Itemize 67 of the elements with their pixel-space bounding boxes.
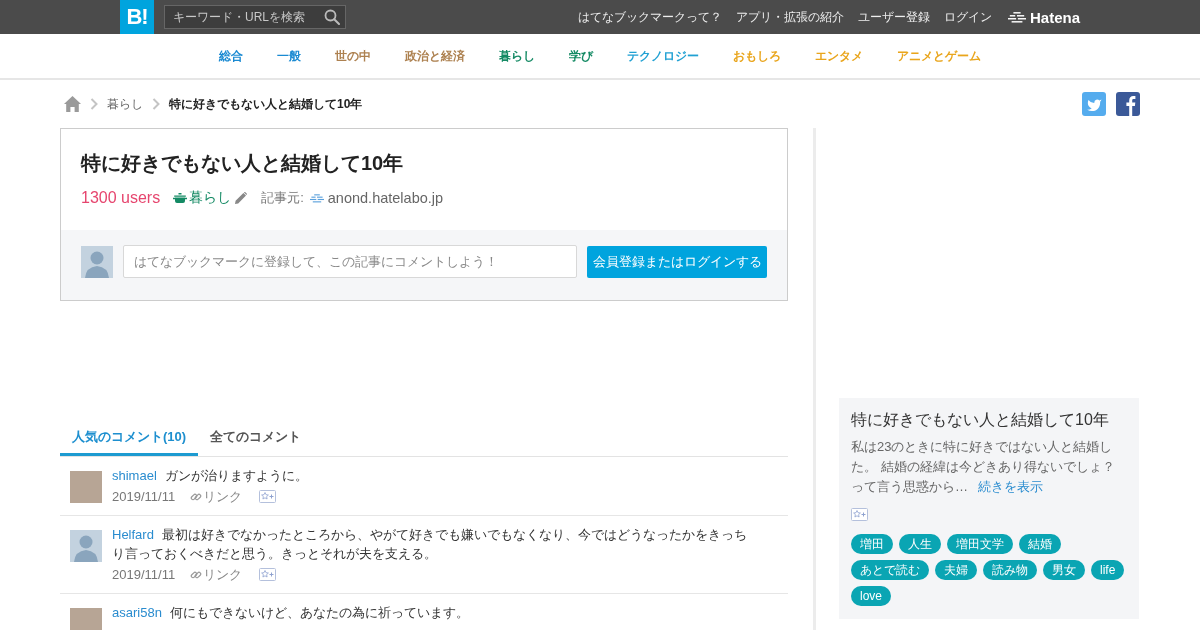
bird-icon[interactable]	[1082, 92, 1106, 116]
tag[interactable]: 結婚	[1019, 534, 1061, 554]
category-link[interactable]: 政治と経済	[405, 47, 465, 65]
category-link[interactable]: 暮らし	[499, 47, 535, 65]
avatar-silhouette-icon	[70, 530, 102, 562]
star-add-icon[interactable]	[259, 490, 277, 503]
source-link[interactable]: anond.hatelabo.jp	[327, 190, 444, 206]
tag[interactable]: 男女	[1043, 560, 1085, 580]
username-link[interactable]: Helfard	[112, 527, 154, 542]
category-link[interactable]: 暮らし	[173, 189, 232, 207]
search-icon[interactable]	[324, 9, 340, 25]
f-icon[interactable]	[1116, 92, 1140, 116]
entry-summary: 私は23のときに特に好きではない人と結婚した。 結婚の経緯は今どきあり得ないでしょ？って言う思惑から… 続きを表示	[851, 438, 1116, 496]
comment-input[interactable]: はてなブックマークに登録して、この記事にコメントしよう！	[123, 245, 577, 278]
comment-text: asari58n 何にもできないけど、あなたの為に祈っています。	[112, 604, 469, 622]
chevron-icon	[90, 98, 98, 110]
chevron-icon	[152, 98, 160, 110]
category-link[interactable]: アニメとゲーム	[897, 47, 981, 65]
comment-tab[interactable]: 全てのコメント	[198, 420, 314, 456]
brand-link[interactable]: Hatena	[1007, 8, 1080, 26]
star-add-icon[interactable]	[259, 568, 277, 581]
related-title[interactable]: 特に好きでもない人と結婚して10年	[851, 408, 1127, 432]
comment-date: 2019/11/11	[112, 488, 176, 506]
tag[interactable]: 増田	[851, 534, 893, 554]
username-link[interactable]: shimael	[112, 468, 157, 483]
comment-tab[interactable]: 人気のコメント(10)	[60, 420, 199, 456]
category-link[interactable]: おもしろ	[733, 47, 781, 65]
header-link[interactable]: ユーザー登録	[857, 8, 930, 26]
avatar-silhouette-icon	[81, 245, 113, 278]
tag[interactable]: あとで読む	[851, 560, 929, 580]
source-label: 記事元:	[261, 189, 304, 207]
tag[interactable]: life	[1091, 560, 1125, 580]
permalink[interactable]: リンク	[190, 565, 243, 584]
cloud-icon	[1007, 11, 1026, 23]
category-link[interactable]: テクノロジー	[627, 47, 699, 65]
breadcrumb-current: 特に好きでもない人と結婚して10年	[169, 95, 363, 113]
star-add-icon[interactable]	[851, 508, 868, 521]
category-link[interactable]: 学び	[569, 47, 593, 65]
category-link[interactable]: 一般	[277, 47, 301, 65]
username-link[interactable]: asari58n	[112, 605, 162, 620]
breadcrumb-link[interactable]: 暮らし	[107, 95, 143, 113]
header-link[interactable]: ログイン	[943, 8, 992, 26]
permalink[interactable]: リンク	[190, 487, 243, 506]
tag[interactable]: 夫婦	[935, 560, 977, 580]
cloud-icon	[309, 193, 324, 203]
read-more-link[interactable]: 続きを表示	[978, 479, 1043, 494]
entry-title[interactable]: 特に好きでもない人と結婚して10年	[81, 149, 767, 177]
users-count[interactable]: 1300 users	[81, 189, 161, 207]
tag[interactable]: 人生	[899, 534, 941, 554]
home-icon[interactable]	[64, 96, 81, 112]
pencil-icon[interactable]	[235, 192, 248, 204]
search-field[interactable]: キーワード・URLを検索	[164, 5, 346, 29]
logo[interactable]: B!	[120, 0, 154, 34]
tag[interactable]: 読み物	[983, 560, 1037, 580]
category-link[interactable]: エンタメ	[815, 47, 863, 65]
comment-date: 2019/11/11	[112, 566, 176, 584]
header-link[interactable]: はてなブックマークって？	[577, 8, 722, 26]
register-login-button[interactable]: 会員登録またはログインする	[587, 245, 767, 278]
category-link[interactable]: 世の中	[335, 47, 371, 65]
category-link[interactable]: 総合	[219, 47, 243, 65]
avatar-photo	[70, 471, 102, 503]
comment-text: Helfard 最初は好きでなかったところから、やがて好きでも嫌いでもなくなり、今ではどうなったかをきっちり言っておくべきだと思う。きっとそれが夫を支える。	[112, 526, 748, 563]
tag[interactable]: love	[851, 586, 891, 606]
pot-icon	[173, 193, 188, 203]
header-link[interactable]: アプリ・拡張の紹介	[735, 8, 844, 26]
tag[interactable]: 増田文学	[947, 534, 1013, 554]
comment-text: shimael ガンが治りますように。	[112, 467, 308, 485]
